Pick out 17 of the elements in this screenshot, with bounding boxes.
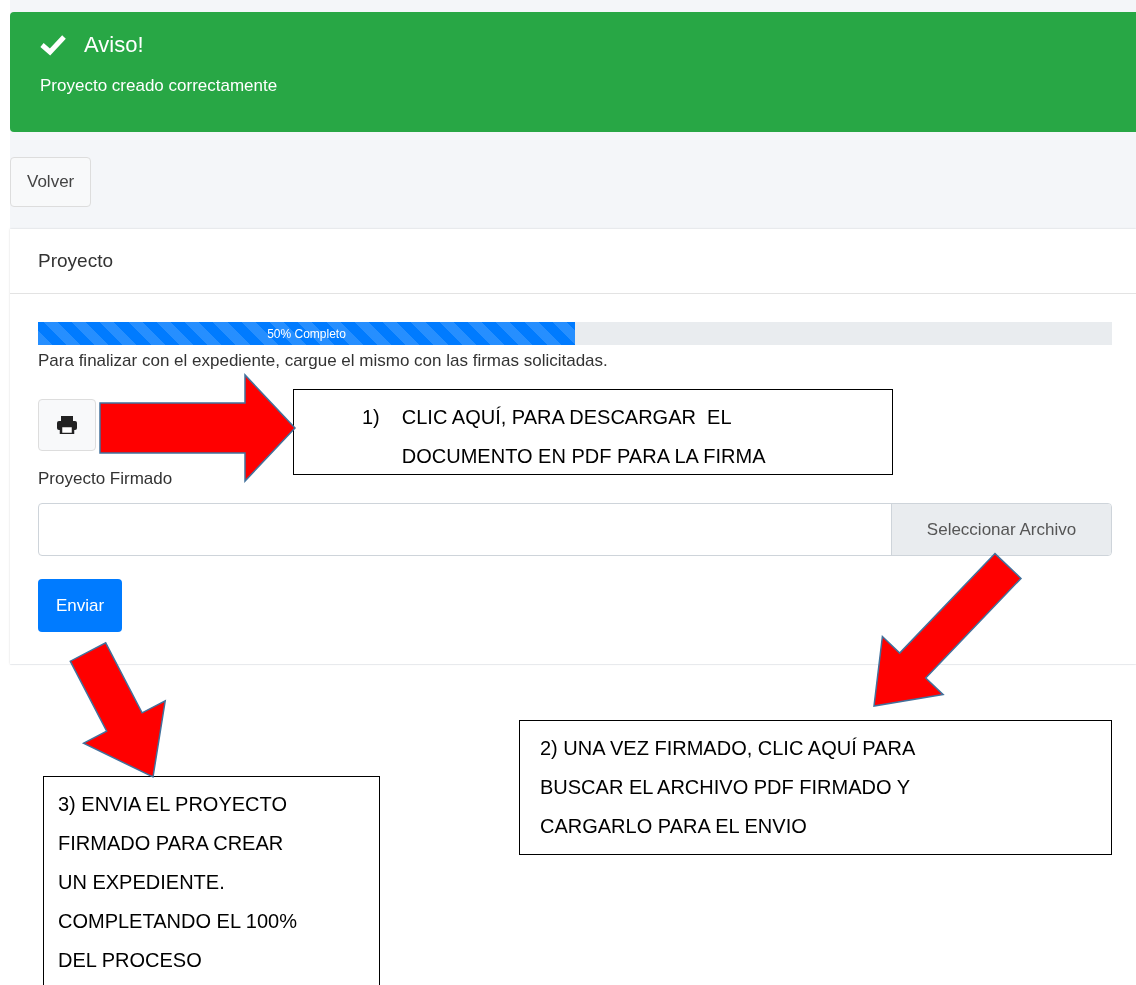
back-button[interactable]: Volver	[10, 157, 92, 207]
send-button[interactable]: Enviar	[38, 579, 123, 632]
select-file-button[interactable]: Seleccionar Archivo	[891, 504, 1111, 555]
card-title: Proyecto	[38, 250, 113, 272]
instructions-text: Para finalizar con el expediente, cargue el mismo con las firmas solicitadas.	[38, 351, 608, 371]
callout-text: 2) UNA VEZ FIRMADO, CLIC AQUÍ PARA BUSCAR EL ARCHIVO PDF FIRMADO Y CARGARLO PARA EL ENVIO	[539, 736, 916, 839]
callout-text: 3) ENVIA EL PROYECTO FIRMADO PARA CREAR UN EXPEDIENTE. COMPLETANDO EL 100% DEL PROCESO	[57, 792, 298, 973]
progress-label: 50% Completo	[267, 326, 346, 341]
print-icon	[57, 416, 77, 434]
alert-title: Aviso!	[84, 32, 144, 58]
field-label: Proyecto Firmado	[38, 469, 173, 489]
print-button[interactable]	[38, 399, 96, 451]
file-field[interactable]: Seleccionar Archivo	[38, 503, 1112, 556]
alert-message: Proyecto creado correctamente	[40, 76, 279, 96]
list-number: 1)	[362, 405, 380, 430]
callout-text: CLIC AQUÍ, PARA DESCARGAR EL DOCUMENTO EN PDF PARA LA FIRMA	[401, 405, 767, 469]
check-icon	[40, 34, 66, 56]
